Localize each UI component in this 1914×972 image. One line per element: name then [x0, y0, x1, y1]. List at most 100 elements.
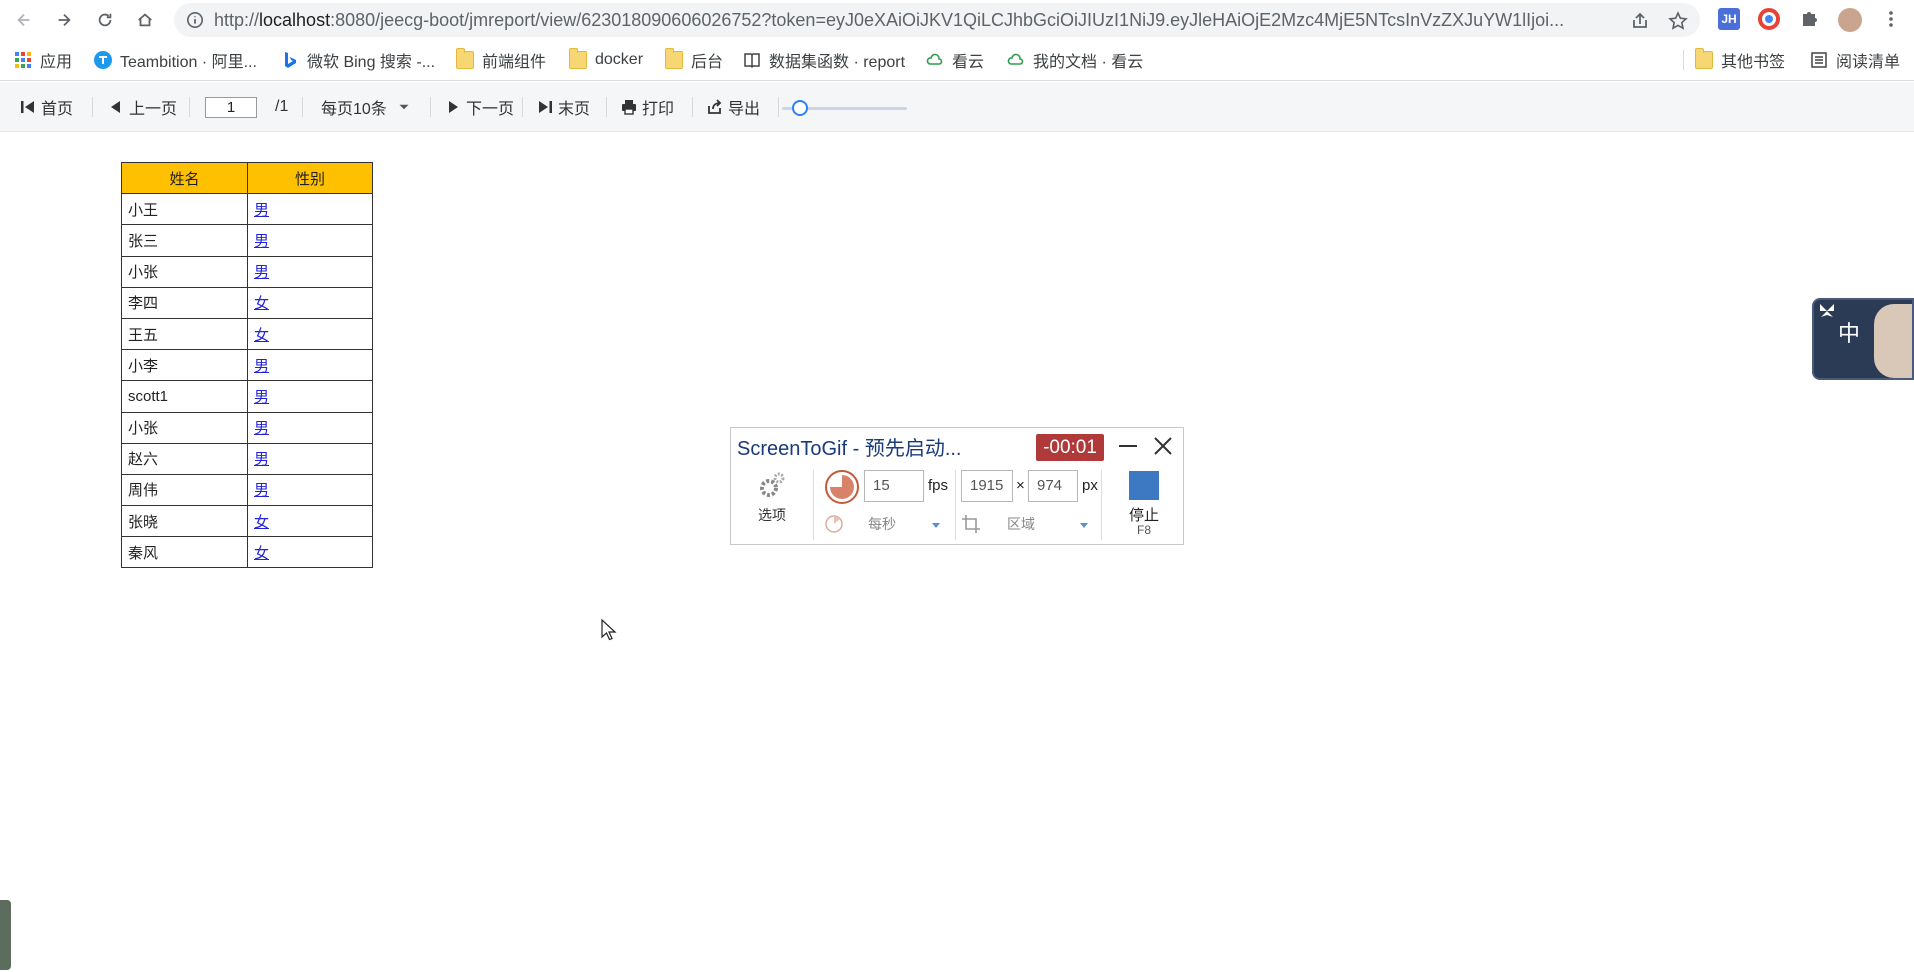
close-icon[interactable] — [1151, 434, 1175, 458]
cell-gender: 男 — [247, 411, 373, 444]
stop-button-label[interactable]: 停止 — [1111, 504, 1177, 525]
toolbar-divider — [522, 97, 523, 117]
table-body: 小王男张三男小张男李四女王五女小李男 scott1 男小张男赵六男周伟男张晓女秦风女 — [121, 193, 373, 569]
toolbar-divider — [189, 97, 190, 117]
cell-gender: 男 — [247, 349, 373, 382]
fps-input[interactable]: 15 — [864, 470, 924, 502]
forward-button[interactable] — [50, 6, 78, 34]
address-bar[interactable]: http://localhost:8080/jeecg-boot/jmrepor… — [174, 3, 1700, 37]
last-page-button[interactable]: 末页 — [537, 82, 590, 132]
teambition-icon — [94, 51, 112, 69]
prev-page-button[interactable]: 上一页 — [108, 82, 177, 132]
gender-link[interactable]: 男 — [254, 482, 269, 499]
export-button[interactable]: 导出 — [707, 82, 760, 132]
table-row: 秦风女 — [121, 536, 373, 569]
gender-link[interactable]: 男 — [254, 451, 269, 468]
minimize-icon[interactable] — [1119, 445, 1137, 447]
width-input[interactable]: 1915 — [961, 470, 1013, 502]
table-row: 小张男 — [121, 411, 373, 444]
cell-gender: 女 — [247, 536, 373, 569]
last-page-icon — [539, 101, 552, 113]
bookmark-my-docs[interactable]: 我的文档 · 看云 — [1007, 39, 1143, 81]
home-button[interactable] — [131, 6, 159, 34]
bookmark-kancloud[interactable]: 看云 — [926, 39, 984, 81]
crop-icon — [962, 515, 980, 533]
cloud-icon — [1007, 53, 1024, 65]
record-button[interactable] — [825, 470, 859, 504]
print-button[interactable]: 打印 — [621, 82, 674, 132]
page-total: /1 — [275, 98, 289, 115]
cell-name: 小张 — [121, 411, 248, 444]
gender-link[interactable]: 女 — [254, 295, 269, 312]
gender-link[interactable]: 男 — [254, 202, 269, 219]
share-icon[interactable] — [1630, 11, 1650, 31]
divider — [955, 470, 956, 540]
cell-gender: 男 — [247, 442, 373, 475]
folder-icon — [456, 48, 474, 69]
table-row: 李四女 — [121, 286, 373, 319]
table-row: 赵六男 — [121, 442, 373, 475]
menu-dots-icon[interactable] — [1880, 8, 1902, 30]
height-input[interactable]: 974 — [1028, 470, 1078, 502]
side-handle[interactable] — [0, 900, 11, 970]
reading-list[interactable]: 阅读清单 — [1810, 39, 1900, 81]
gender-link[interactable]: 男 — [254, 420, 269, 437]
gender-link[interactable]: 女 — [254, 327, 269, 344]
bookmark-backend[interactable]: 后台 — [665, 39, 723, 81]
bookmark-other[interactable]: 其他书签 — [1695, 39, 1785, 81]
gender-link[interactable]: 女 — [254, 545, 269, 562]
first-page-button[interactable]: 首页 — [20, 82, 73, 132]
butterfly-icon — [1820, 304, 1834, 317]
page-size-select[interactable]: 每页10条 — [321, 82, 410, 132]
back-button[interactable] — [10, 6, 38, 34]
options-button[interactable]: 选项 — [741, 468, 803, 542]
cell-name: 赵六 — [121, 442, 248, 475]
bookmark-frontend[interactable]: 前端组件 — [456, 39, 546, 81]
bookmark-dataset-functions[interactable]: 数据集函数 · report — [743, 39, 905, 81]
cell-name: 张晓 — [121, 505, 248, 538]
next-page-button[interactable]: 下一页 — [445, 82, 514, 132]
cell-name: 李四 — [121, 286, 248, 319]
cell-gender: 男 — [247, 473, 373, 507]
info-icon[interactable] — [186, 11, 204, 29]
mouse-cursor-icon — [601, 619, 617, 641]
cell-gender: 男 — [247, 255, 373, 288]
stop-shortcut: F8 — [1136, 523, 1151, 537]
column-header-gender: 性别 — [247, 161, 373, 195]
caret-right-icon — [449, 101, 458, 113]
stop-icon[interactable] — [1129, 471, 1159, 500]
jh-extension-icon[interactable]: JH — [1718, 8, 1740, 30]
chrome-extension-icon[interactable] — [1758, 8, 1780, 30]
toolbar-divider — [302, 97, 303, 117]
gender-link[interactable]: 男 — [254, 233, 269, 250]
ime-avatar — [1874, 304, 1912, 378]
toolbar-divider — [430, 97, 431, 117]
page-number-input[interactable] — [205, 97, 257, 118]
bookmark-apps[interactable]: 应用 — [14, 39, 72, 81]
gender-link[interactable]: 男 — [254, 389, 269, 406]
gender-link[interactable]: 男 — [254, 264, 269, 281]
bookmark-docker[interactable]: docker — [569, 39, 643, 81]
bookmark-teambition[interactable]: Teambition · 阿里... — [94, 39, 257, 81]
cell-name: 张三 — [121, 224, 248, 257]
frame-rate-mode-select[interactable]: 每秒 — [868, 512, 896, 536]
ime-widget[interactable]: 中 — [1812, 298, 1914, 380]
zoom-slider-handle[interactable] — [792, 100, 808, 116]
reload-button[interactable] — [91, 6, 119, 34]
caret-down-icon[interactable] — [1079, 520, 1089, 530]
ime-mode-label: 中 — [1838, 321, 1861, 346]
capture-mode-select[interactable]: 区域 — [1007, 512, 1035, 536]
bookmark-bing[interactable]: 微软 Bing 搜索 -... — [281, 39, 435, 81]
star-icon[interactable] — [1668, 11, 1688, 31]
caret-down-icon[interactable] — [931, 520, 941, 530]
puzzle-icon[interactable] — [1798, 8, 1820, 30]
gender-link[interactable]: 女 — [254, 514, 269, 531]
cell-name: 小王 — [121, 193, 248, 226]
printer-icon — [622, 100, 636, 115]
arrow-left-icon — [17, 13, 30, 27]
recording-timer: -00:01 — [1036, 434, 1104, 461]
gender-link[interactable]: 男 — [254, 358, 269, 375]
folder-icon — [1695, 48, 1713, 69]
cell-name: 小李 — [121, 349, 248, 382]
profile-avatar[interactable] — [1838, 8, 1862, 32]
